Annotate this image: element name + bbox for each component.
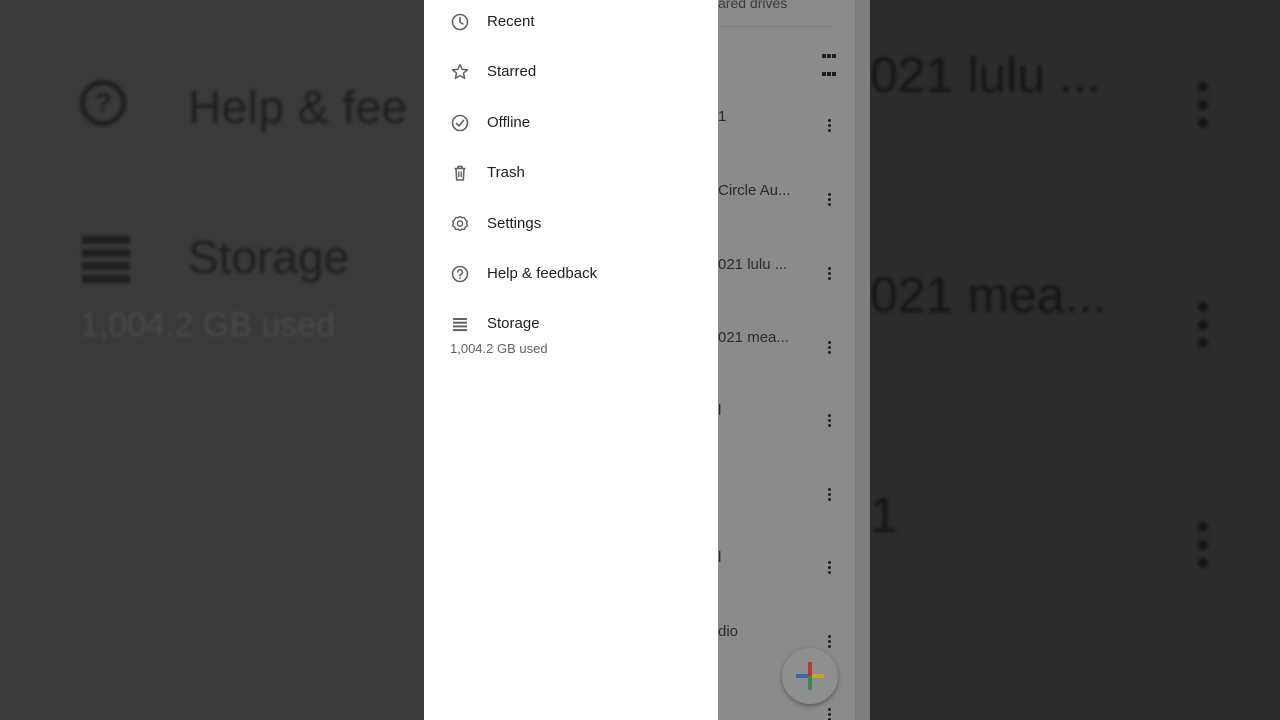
more-vert-icon[interactable] [828, 488, 832, 503]
more-vert-icon[interactable] [828, 708, 832, 720]
shared-drives-tab[interactable]: ared drives [718, 0, 787, 11]
drawer-item-label: Settings [487, 215, 542, 232]
file-name: 021 lulu ... [718, 256, 788, 273]
trash-icon [454, 165, 466, 181]
file-name: l [718, 549, 722, 566]
storage-icon [82, 236, 130, 288]
more-vert-icon [1198, 302, 1210, 356]
storage-icon [453, 318, 467, 332]
file-name: dio [718, 623, 739, 640]
more-vert-icon[interactable] [828, 267, 832, 282]
more-vert-icon[interactable] [828, 341, 832, 356]
help-icon: ? [80, 80, 126, 126]
more-vert-icon[interactable] [828, 635, 832, 650]
file-name: Circle Au... [718, 182, 791, 199]
drawer-item-recent[interactable]: Recent [424, 2, 718, 42]
star-icon [451, 63, 469, 80]
background-zoom-left: ? Help & fee Storage 1,004.2 GB used [0, 0, 424, 720]
more-vert-icon [1198, 522, 1210, 576]
bg-help-text: Help & fee [188, 81, 408, 133]
drawer-item-label: Offline [487, 114, 531, 131]
offline-icon [451, 114, 469, 132]
drawer-item-help-feedback[interactable]: Help & feedback [424, 254, 718, 294]
file-name: 021 mea... [718, 329, 789, 346]
storage-used-text: 1,004.2 GB used [450, 341, 548, 356]
bg-file-text: 021 mea... [870, 267, 1107, 323]
drawer-item-label: Storage [487, 315, 540, 332]
gear-icon [451, 215, 469, 232]
drawer-item-trash[interactable]: Trash [424, 153, 718, 193]
scrollbar-track [855, 0, 870, 720]
drawer-item-label: Recent [487, 13, 535, 30]
clock-icon [451, 13, 469, 31]
new-button[interactable] [782, 648, 838, 704]
drawer-item-starred[interactable]: Starred [424, 52, 718, 92]
more-vert-icon[interactable] [828, 119, 832, 134]
plus-icon [808, 662, 812, 690]
more-vert-icon[interactable] [828, 193, 832, 208]
drawer-item-label: Help & feedback [487, 265, 598, 282]
drawer-item-label: Trash [487, 164, 525, 181]
grid-view-icon[interactable] [822, 54, 838, 76]
file-list-scrim[interactable]: ared drives 1 Circle Au... 021 lulu ... … [718, 0, 855, 720]
drawer-item-settings[interactable]: Settings [424, 204, 718, 244]
drawer-item-storage[interactable]: Storage [424, 304, 718, 344]
help-icon [451, 265, 469, 283]
more-vert-icon[interactable] [828, 414, 832, 429]
file-name: l [718, 402, 722, 419]
more-vert-icon[interactable] [828, 561, 832, 576]
drawer-item-offline[interactable]: Offline [424, 103, 718, 143]
more-vert-icon [1198, 82, 1210, 136]
bg-file-text: 021 lulu ... [870, 47, 1101, 103]
file-name: 1 [718, 108, 727, 125]
divider [718, 26, 834, 27]
bg-file-text: 1 [870, 487, 898, 543]
navigation-drawer: Recent Starred Offline Trash Settings He… [424, 0, 718, 720]
bg-storage-text: Storage [188, 231, 350, 283]
drawer-item-label: Starred [487, 63, 537, 80]
bg-storage-used: 1,004.2 GB used [80, 306, 336, 344]
background-zoom-right: 021 lulu ... 021 mea... 1 [870, 0, 1280, 720]
